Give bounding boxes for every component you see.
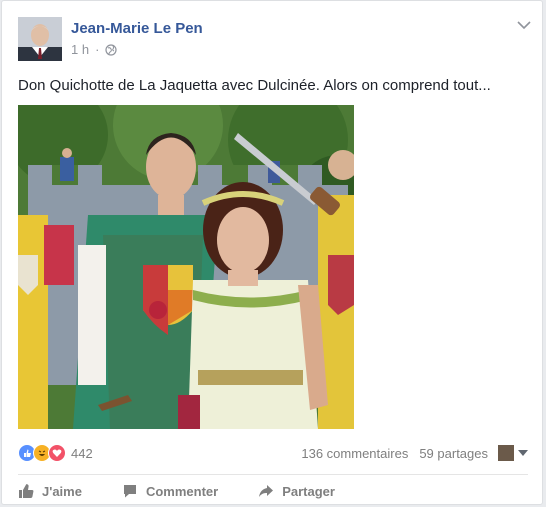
chevron-down-icon[interactable] xyxy=(516,19,532,31)
love-reaction-icon xyxy=(48,444,66,462)
reactions-summary[interactable]: 442 xyxy=(18,444,93,462)
share-label: Partager xyxy=(282,483,335,499)
author-name[interactable]: Jean-Marie Le Pen xyxy=(71,20,203,37)
share-button[interactable]: Partager xyxy=(258,483,335,499)
author-avatar[interactable] xyxy=(18,17,62,61)
post-card: Jean-Marie Le Pen 1 h · Don Quichotte de… xyxy=(1,0,543,505)
page-selector-avatar[interactable] xyxy=(498,445,514,461)
like-label: J'aime xyxy=(42,483,82,499)
action-bar: J'aime Commenter Partager xyxy=(18,481,335,501)
shares-count[interactable]: 59 partages xyxy=(419,446,488,461)
divider xyxy=(18,474,528,475)
separator-dot: · xyxy=(95,42,100,57)
post-time[interactable]: 1 h xyxy=(71,42,89,57)
globe-icon xyxy=(105,43,118,56)
post-photo[interactable] xyxy=(18,105,354,429)
comments-count[interactable]: 136 commentaires xyxy=(301,446,408,461)
like-button[interactable]: J'aime xyxy=(18,483,82,499)
thumbs-up-icon xyxy=(19,484,34,498)
comment-icon xyxy=(123,485,136,498)
comment-label: Commenter xyxy=(145,483,219,499)
caret-down-icon[interactable] xyxy=(518,450,528,456)
share-arrow-icon xyxy=(259,485,274,497)
comment-button[interactable]: Commenter xyxy=(122,483,218,499)
post-text: Don Quichotte de La Jaquetta avec Dulcin… xyxy=(18,77,491,94)
post-meta: 1 h · xyxy=(71,42,118,57)
reaction-count: 442 xyxy=(71,445,93,461)
post-stats: 442 136 commentaires 59 partages xyxy=(18,443,528,463)
